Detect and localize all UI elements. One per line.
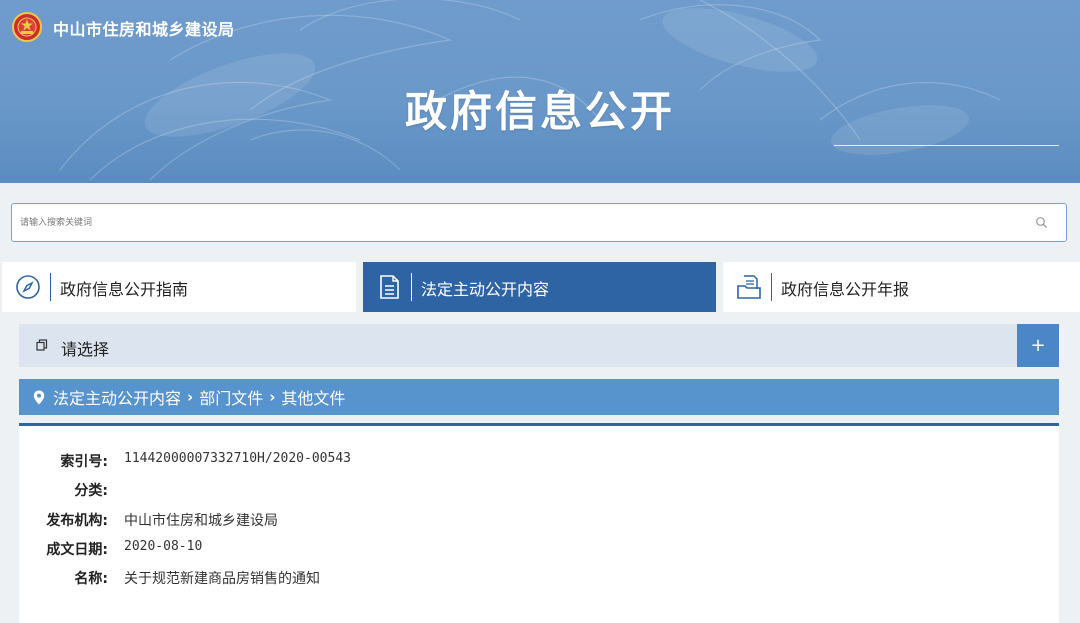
header-banner: 中山市住房和城乡建设局 政府信息公开 [0, 0, 1080, 183]
meta-value: 关于规范新建商品房销售的通知 [124, 571, 320, 587]
org-name[interactable]: 中山市住房和城乡建设局 [53, 16, 235, 40]
tab-divider [771, 273, 772, 301]
tab-guide[interactable]: 政府信息公开指南 [2, 262, 356, 312]
tab-divider [411, 273, 412, 301]
meta-row-index: 索引号: 11442000007332710H/2020-00543 [19, 451, 1019, 473]
breadcrumb-item[interactable]: 部门文件 [199, 385, 263, 409]
meta-row-date: 成文日期: 2020-08-10 [19, 539, 1019, 561]
tab-divider [50, 273, 51, 301]
meta-row-publisher: 发布机构: 中山市住房和城乡建设局 [19, 510, 1019, 532]
national-emblem-icon [12, 12, 42, 42]
meta-key: 发布机构: [46, 513, 108, 529]
meta-row-category: 分类: [19, 480, 1019, 502]
chevron-right-icon: › [187, 388, 194, 406]
select-label: 请选择 [61, 340, 110, 359]
search-bar [11, 203, 1067, 242]
document-metadata: 索引号: 11442000007332710H/2020-00543 分类: 发… [19, 423, 1059, 623]
tab-label: 政府信息公开指南 [60, 280, 189, 299]
meta-key: 分类: [74, 483, 108, 499]
meta-value: 中山市住房和城乡建设局 [124, 513, 278, 529]
breadcrumb-item[interactable]: 法定主动公开内容 [53, 385, 181, 409]
meta-row-title: 名称: 关于规范新建商品房销售的通知 [19, 568, 1019, 590]
meta-key: 成文日期: [46, 542, 108, 558]
folder-document-icon [737, 275, 761, 299]
breadcrumb-item[interactable]: 其他文件 [281, 385, 345, 409]
tab-annual-report[interactable]: 政府信息公开年报 [723, 262, 1080, 312]
page-title: 政府信息公开 [404, 87, 675, 136]
search-icon[interactable] [1035, 216, 1048, 229]
meta-value: 11442000007332710H/2020-00543 [124, 451, 351, 466]
chevron-right-icon: › [269, 388, 276, 406]
compass-icon [16, 275, 40, 299]
banner-divider [834, 145, 1059, 146]
tab-bar: 政府信息公开指南 法定主动公开内容 政府信息公开年报 [0, 262, 1080, 312]
meta-key: 索引号: [60, 454, 108, 470]
breadcrumb: 法定主动公开内容 › 部门文件 › 其他文件 [19, 379, 1059, 415]
search-input[interactable] [20, 204, 1020, 241]
location-pin-icon [33, 390, 45, 404]
document-list-icon [380, 275, 399, 299]
tab-label: 政府信息公开年报 [781, 280, 910, 299]
tab-statutory-content[interactable]: 法定主动公开内容 [363, 262, 716, 312]
meta-value: 2020-08-10 [124, 539, 203, 554]
category-select[interactable]: 请选择 [19, 324, 1017, 367]
copy-icon [36, 339, 48, 351]
expand-button[interactable]: + [1017, 324, 1059, 367]
tab-label: 法定主动公开内容 [421, 280, 550, 299]
meta-key: 名称: [74, 571, 108, 587]
